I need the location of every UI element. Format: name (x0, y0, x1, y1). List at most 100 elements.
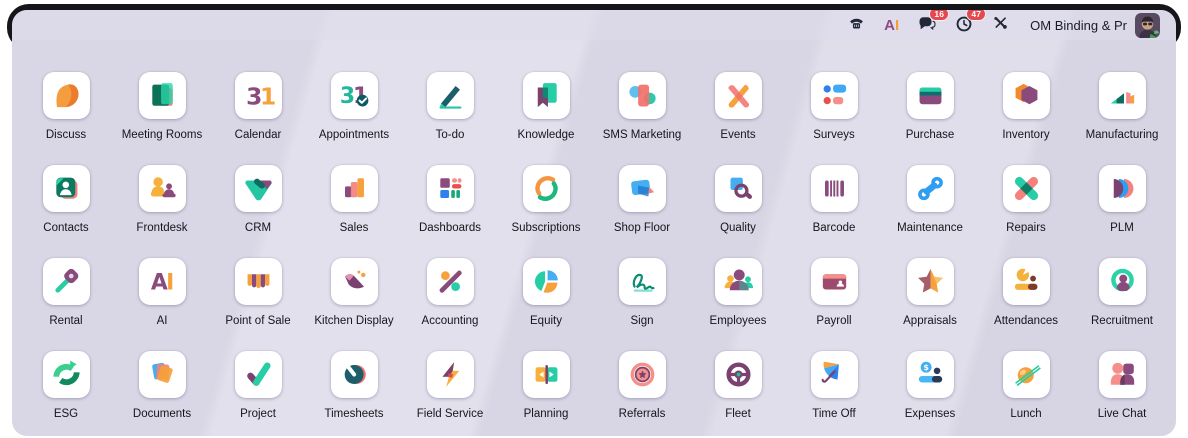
app-surveys[interactable]: Surveys (786, 72, 882, 165)
app-label: Expenses (905, 408, 956, 420)
sales-icon (337, 171, 372, 206)
app-label: Recruitment (1091, 315, 1153, 327)
app-tile (427, 72, 474, 119)
app-barcode[interactable]: Barcode (786, 165, 882, 258)
app-recruitment[interactable]: Recruitment (1074, 258, 1170, 351)
app-fleet[interactable]: Fleet (690, 351, 786, 436)
app-employees[interactable]: Employees (690, 258, 786, 351)
tools-button[interactable] (990, 13, 1011, 37)
app-expenses[interactable]: $ Expenses (882, 351, 978, 436)
app-referrals[interactable]: Referrals (594, 351, 690, 436)
app-discuss[interactable]: Discuss (18, 72, 114, 165)
app-label: Repairs (1006, 222, 1046, 234)
app-field-service[interactable]: Field Service (402, 351, 498, 436)
activities-badge: 47 (966, 10, 986, 21)
app-inventory[interactable]: Inventory (978, 72, 1074, 165)
app-tile: 31 (331, 72, 378, 119)
app-label: Events (720, 129, 755, 141)
app-label: Attendances (994, 315, 1058, 327)
main-window: AI 16 47 (12, 10, 1176, 436)
app-appraisals[interactable]: Appraisals (882, 258, 978, 351)
messages-button[interactable]: 16 (916, 13, 938, 38)
app-live-chat[interactable]: Live Chat (1074, 351, 1170, 436)
app-tile (715, 72, 762, 119)
app-label: Rental (49, 315, 82, 327)
app-knowledge[interactable]: Knowledge (498, 72, 594, 165)
app-repairs[interactable]: Repairs (978, 165, 1074, 258)
app-time-off[interactable]: Time Off (786, 351, 882, 436)
app-label: Frontdesk (136, 222, 187, 234)
app-switcher-screen: AI 16 47 (0, 0, 1188, 438)
app-esg[interactable]: ESG (18, 351, 114, 436)
app-sales[interactable]: Sales (306, 165, 402, 258)
rental-icon (49, 264, 84, 299)
app-label: Sign (630, 315, 653, 327)
app-plm[interactable]: PLM (1074, 165, 1170, 258)
app-label: Employees (710, 315, 767, 327)
app-tile (523, 165, 570, 212)
shop-floor-icon (625, 171, 660, 206)
app-appointments[interactable]: 31 Appointments (306, 72, 402, 165)
app-label: Accounting (422, 315, 479, 327)
app-tile (1003, 72, 1050, 119)
app-frontdesk[interactable]: Frontdesk (114, 165, 210, 258)
lunch-icon (1009, 357, 1044, 392)
app-documents[interactable]: Documents (114, 351, 210, 436)
app-tile (715, 165, 762, 212)
app-events[interactable]: Events (690, 72, 786, 165)
app-tile (43, 72, 90, 119)
app-contacts[interactable]: Contacts (18, 165, 114, 258)
app-label: CRM (245, 222, 271, 234)
phone-icon (848, 15, 865, 35)
app-label: Field Service (417, 408, 483, 420)
user-menu-button[interactable]: OM Binding & Pr (1026, 11, 1162, 40)
app-tile (811, 72, 858, 119)
app-tile (427, 351, 474, 398)
app-shop-floor[interactable]: Shop Floor (594, 165, 690, 258)
app-tile: $ (907, 351, 954, 398)
app-rental[interactable]: Rental (18, 258, 114, 351)
app-project[interactable]: Project (210, 351, 306, 436)
app-label: SMS Marketing (603, 129, 682, 141)
todo-icon (433, 78, 468, 113)
frontdesk-icon (145, 171, 180, 206)
app-point-of-sale[interactable]: Point of Sale (210, 258, 306, 351)
app-tile (331, 165, 378, 212)
svg-text:1: 1 (259, 82, 275, 110)
voip-phone-button[interactable] (846, 13, 867, 37)
app-attendances[interactable]: Attendances (978, 258, 1074, 351)
app-manufacturing[interactable]: Manufacturing (1074, 72, 1170, 165)
app-calendar[interactable]: 31 Calendar (210, 72, 306, 165)
attendances-icon (1009, 264, 1044, 299)
app-tile (619, 165, 666, 212)
app-maintenance[interactable]: Maintenance (882, 165, 978, 258)
app-crm[interactable]: CRM (210, 165, 306, 258)
app-ai[interactable]: AI AI (114, 258, 210, 351)
app-subscriptions[interactable]: Subscriptions (498, 165, 594, 258)
app-timesheets[interactable]: Timesheets (306, 351, 402, 436)
app-tile (1099, 72, 1146, 119)
recruitment-icon (1105, 264, 1140, 299)
app-lunch[interactable]: Lunch (978, 351, 1074, 436)
planning-icon (529, 357, 564, 392)
app-sms-marketing[interactable]: SMS Marketing (594, 72, 690, 165)
app-sign[interactable]: Sign (594, 258, 690, 351)
app-meeting-rooms[interactable]: Meeting Rooms (114, 72, 210, 165)
app-quality[interactable]: Quality (690, 165, 786, 258)
app-planning[interactable]: Planning (498, 351, 594, 436)
app-equity[interactable]: Equity (498, 258, 594, 351)
app-kitchen-display[interactable]: Kitchen Display (306, 258, 402, 351)
activities-button[interactable]: 47 (953, 13, 975, 38)
app-purchase[interactable]: Purchase (882, 72, 978, 165)
app-label: Purchase (906, 129, 955, 141)
appointments-icon: 31 (337, 78, 372, 113)
app-payroll[interactable]: Payroll (786, 258, 882, 351)
app-label: Meeting Rooms (122, 129, 203, 141)
app-tile (907, 165, 954, 212)
app-dashboards[interactable]: Dashboards (402, 165, 498, 258)
ai-menu-button[interactable]: AI (882, 16, 901, 35)
app-label: Payroll (816, 315, 851, 327)
app-accounting[interactable]: Accounting (402, 258, 498, 351)
app-todo[interactable]: To-do (402, 72, 498, 165)
app-label: Sales (340, 222, 369, 234)
